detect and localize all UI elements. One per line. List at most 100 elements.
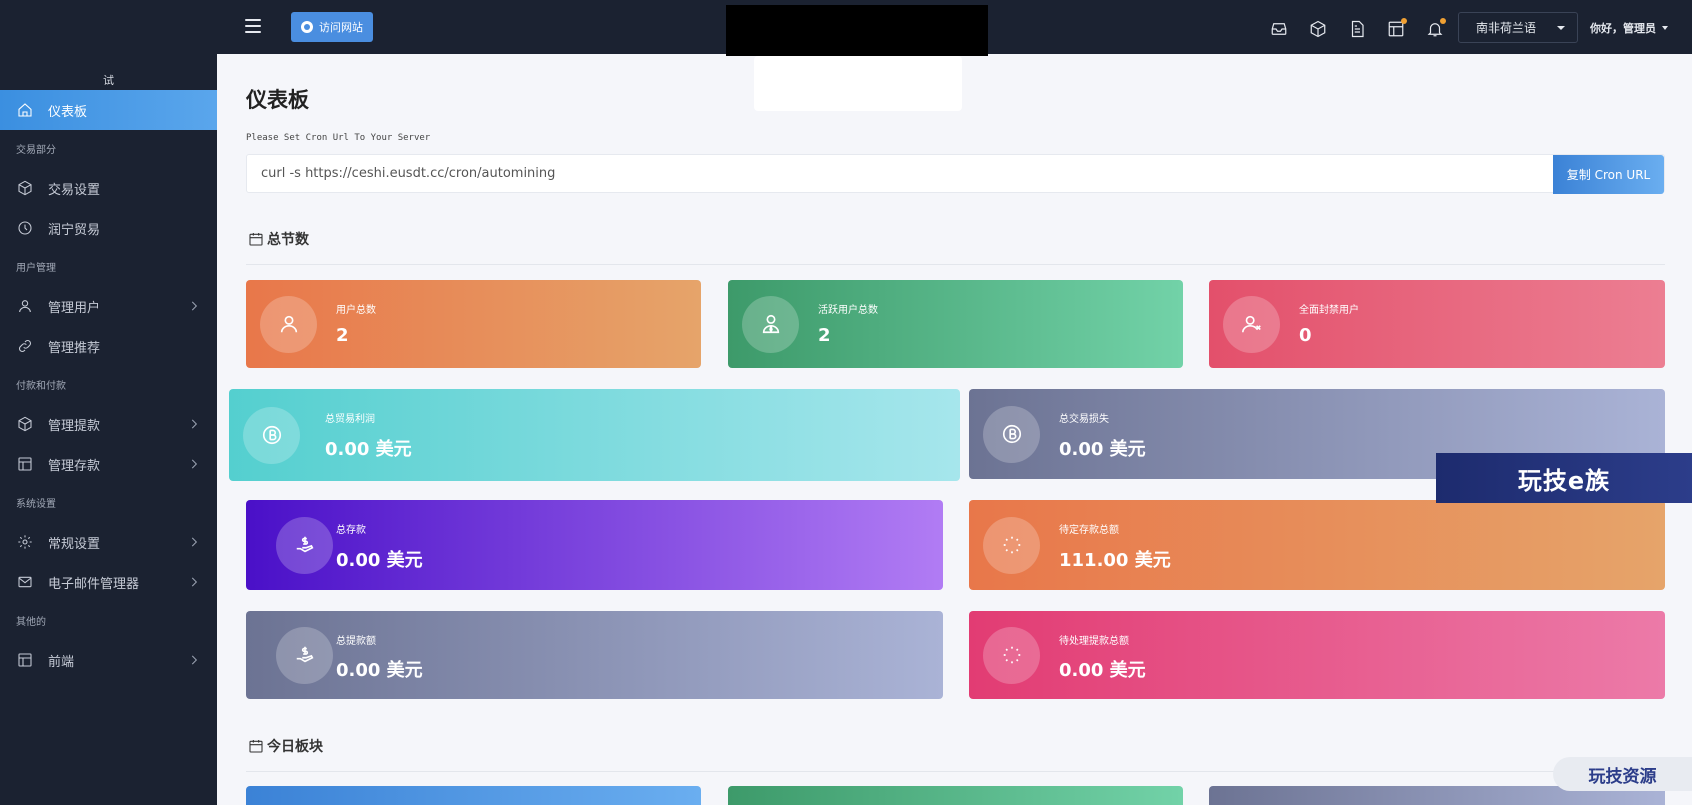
sidebar-section-label: 付款和付款: [16, 381, 66, 392]
sidebar-item-2[interactable]: 交易设置: [0, 168, 217, 208]
user-icon: [16, 297, 34, 315]
stat-card: 待处理提款总额 0.00 美元: [969, 611, 1665, 699]
sidebar-item-label: 润宁贸易: [48, 222, 101, 238]
today-card-1: [246, 786, 701, 805]
mail-icon: [16, 573, 34, 591]
brand-logo: 试: [103, 74, 114, 87]
calendar-icon: [249, 233, 263, 246]
sidebar-item-label: 仪表板: [48, 104, 88, 120]
hand-dollar-icon: [276, 516, 333, 574]
sidebar: 试 仪表板交易部分交易设置润宁贸易用户管理管理用户管理推荐付款和付款管理提款 管理…: [0, 0, 217, 805]
document-icon[interactable]: [1345, 17, 1369, 41]
visit-site-label: 访问网站: [319, 21, 363, 34]
cron-url-input[interactable]: [261, 166, 1461, 181]
stat-label: 总提款额: [336, 636, 376, 647]
sidebar-item-5[interactable]: 管理用户: [0, 286, 217, 326]
stat-card: 总存款 0.00 美元: [246, 500, 943, 590]
stat-label: 用户总数: [336, 305, 376, 316]
watermark-banner: 玩技e族: [1436, 453, 1692, 503]
stat-card: 用户总数 2: [246, 280, 701, 368]
section-total-title: 总节数: [248, 229, 309, 249]
sidebar-item-3[interactable]: 润宁贸易: [0, 208, 217, 248]
stat-value: 2: [818, 325, 831, 346]
chevron-right-icon: [187, 299, 201, 313]
clock-icon: [16, 219, 34, 237]
sidebar-item-label: 电子邮件管理器: [48, 576, 140, 592]
user-icon: [260, 295, 317, 353]
user-menu[interactable]: 你好，管理员: [1590, 20, 1668, 36]
sidebar-item-14[interactable]: 前端: [0, 640, 217, 680]
spinner-icon: [983, 516, 1040, 574]
user-tie-icon: [742, 295, 799, 353]
sidebar-item-6[interactable]: 管理推荐: [0, 326, 217, 366]
white-overlay-box: [754, 56, 962, 111]
divider: [246, 264, 1665, 265]
stat-value: 2: [336, 325, 349, 346]
chevron-right-icon: [187, 575, 201, 589]
bitcoin-icon: [243, 406, 300, 464]
section-today-label: 今日板块: [267, 739, 323, 755]
stat-card: 总贸易利润 0.00 美元: [229, 389, 960, 481]
user-x-icon: [1223, 295, 1280, 353]
globe-icon: [301, 21, 313, 33]
today-card-2: [728, 786, 1183, 805]
stat-value: 111.00 美元: [1059, 550, 1171, 571]
greeting-text: 你好，管理员: [1590, 22, 1656, 35]
chevron-down-icon: [1662, 26, 1668, 30]
sidebar-section-label: 用户管理: [16, 263, 56, 274]
menu-toggle-icon[interactable]: [245, 19, 261, 33]
cron-url-group: 复制 Cron URL: [246, 154, 1665, 194]
header-icons: [1267, 17, 1447, 41]
stat-card: 总提款额 0.00 美元: [246, 611, 943, 699]
table-icon: [16, 651, 34, 669]
stat-card: 全面封禁用户 0: [1209, 280, 1665, 368]
gear-icon: [16, 533, 34, 551]
stat-label: 待定存款总额: [1059, 525, 1119, 536]
divider: [246, 771, 1665, 772]
section-today-title: 今日板块: [248, 736, 323, 756]
cron-label: Please Set Cron Url To Your Server: [246, 133, 431, 143]
stat-card: 待定存款总额 111.00 美元: [969, 500, 1665, 590]
stat-label: 总存款: [336, 525, 366, 536]
stat-value: 0.00 美元: [325, 439, 412, 460]
visit-site-button[interactable]: 访问网站: [291, 12, 373, 42]
chevron-right-icon: [187, 417, 201, 431]
spinner-icon: [983, 626, 1040, 684]
cube-icon: [16, 415, 34, 433]
sidebar-section-label: 其他的: [16, 617, 46, 628]
sidebar-item-label: 管理推荐: [48, 340, 101, 356]
stat-card: 活跃用户总数 2: [728, 280, 1183, 368]
sidebar-nav: 仪表板交易部分交易设置润宁贸易用户管理管理用户管理推荐付款和付款管理提款 管理存款…: [0, 90, 217, 680]
stat-label: 活跃用户总数: [818, 305, 878, 316]
sidebar-item-8[interactable]: 管理提款: [0, 404, 217, 444]
inbox-icon[interactable]: [1267, 17, 1291, 41]
sidebar-item-label: 常规设置: [48, 536, 101, 552]
home-icon: [16, 101, 34, 119]
stat-label: 总交易损失: [1059, 414, 1109, 425]
stat-value: 0.00 美元: [336, 660, 423, 681]
link-icon: [16, 337, 34, 355]
bell-icon[interactable]: [1423, 17, 1447, 41]
watermark-badge: 玩技资源: [1553, 757, 1692, 791]
table-icon[interactable]: [1384, 17, 1408, 41]
sidebar-section-label: 交易部分: [16, 145, 56, 156]
copy-cron-button[interactable]: 复制 Cron URL: [1553, 155, 1664, 194]
sidebar-item-0[interactable]: 仪表板: [0, 90, 217, 130]
sidebar-item-label: 管理用户: [48, 300, 101, 316]
stat-value: 0: [1299, 325, 1312, 346]
redaction-bar: [726, 5, 988, 56]
sidebar-item-11[interactable]: 常规设置: [0, 522, 217, 562]
sidebar-item-9[interactable]: 管理存款: [0, 444, 217, 484]
sidebar-item-label: 前端: [48, 654, 75, 670]
stat-value: 0.00 美元: [336, 550, 423, 571]
chevron-down-icon: [1557, 26, 1565, 30]
sidebar-item-label: 交易设置: [48, 182, 101, 198]
section-total-label: 总节数: [267, 232, 309, 248]
sidebar-item-12[interactable]: 电子邮件管理器: [0, 562, 217, 602]
stat-value: 0.00 美元: [1059, 439, 1146, 460]
language-select[interactable]: 南非荷兰语: [1458, 12, 1578, 43]
calendar-icon: [249, 740, 263, 753]
sidebar-section-label: 系统设置: [16, 499, 56, 510]
stat-value: 0.00 美元: [1059, 660, 1146, 681]
cube-icon[interactable]: [1306, 17, 1330, 41]
